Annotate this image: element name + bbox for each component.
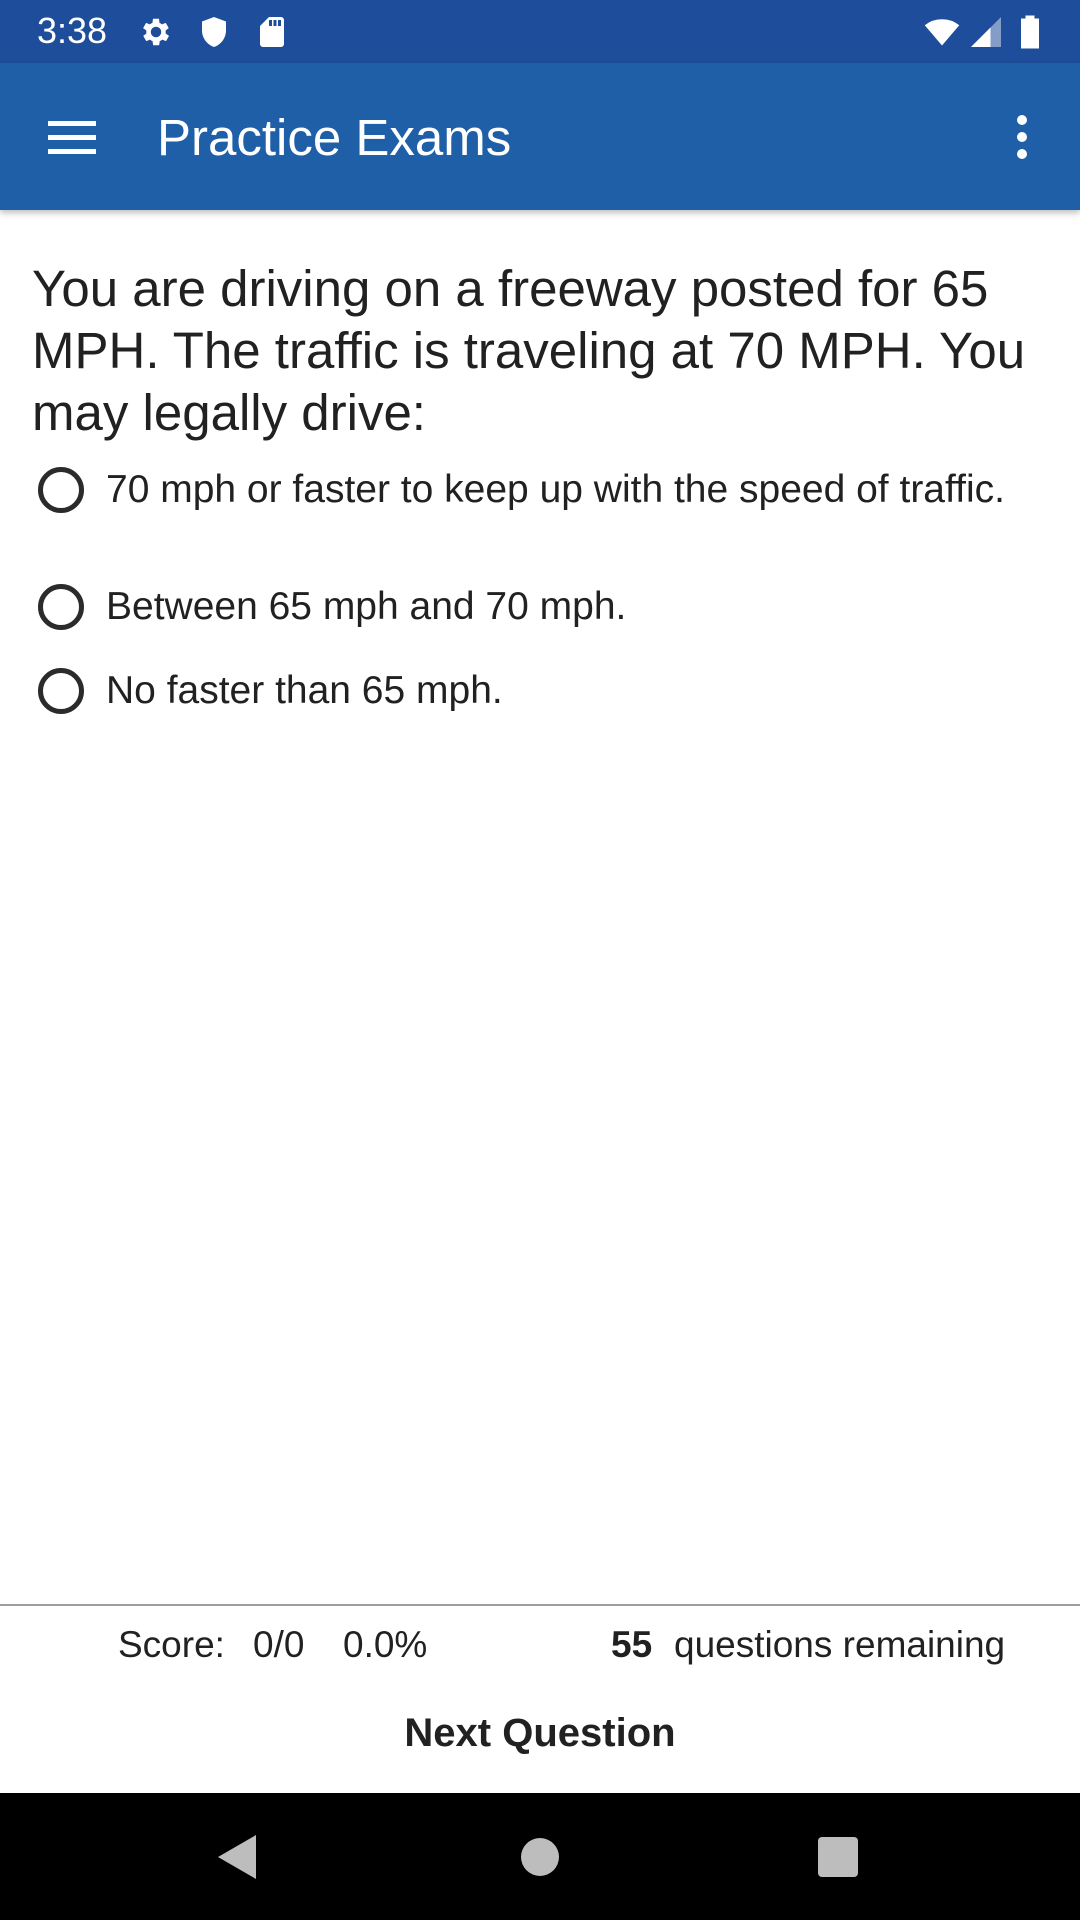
cell-signal-icon <box>971 17 1001 47</box>
navigation-bar <box>0 1793 1080 1920</box>
next-question-button[interactable]: Next Question <box>340 1700 740 1766</box>
hamburger-menu-icon[interactable] <box>38 107 106 167</box>
answer-option-1[interactable]: 70 mph or faster to keep up with the spe… <box>30 466 1040 514</box>
answer-option-label: Between 65 mph and 70 mph. <box>106 585 627 628</box>
settings-icon <box>143 18 170 46</box>
answer-option-3[interactable]: No faster than 65 mph. <box>30 667 1040 715</box>
shield-icon <box>202 17 226 47</box>
radio-button-icon[interactable] <box>38 668 84 714</box>
app-bar: Practice Exams <box>0 63 1080 210</box>
radio-button-icon[interactable] <box>38 584 84 630</box>
sd-card-icon <box>260 17 284 47</box>
answer-option-label: 70 mph or faster to keep up with the spe… <box>106 468 1005 511</box>
app-title: Practice Exams <box>157 109 512 166</box>
back-icon[interactable] <box>208 1825 272 1889</box>
wifi-icon <box>924 19 960 46</box>
status-time: 3:38 <box>37 10 108 51</box>
more-vert-icon[interactable] <box>1004 107 1040 167</box>
recents-icon[interactable] <box>806 1825 870 1889</box>
score-value: 0/0 <box>253 1624 305 1665</box>
footer-divider <box>0 1604 1080 1606</box>
question-text: You are driving on a freeway posted for … <box>32 260 1026 441</box>
score-row: Score: 0/0 0.0% 55 questions remaining <box>0 1623 1080 1667</box>
status-bar: 3:38 <box>0 0 1080 63</box>
questions-remaining-count: 55 <box>611 1624 653 1665</box>
answer-option-label: No faster than 65 mph. <box>106 669 503 712</box>
home-icon[interactable] <box>508 1825 572 1889</box>
score-percent: 0.0% <box>343 1624 428 1665</box>
score-label: Score: <box>118 1624 225 1665</box>
radio-button-icon[interactable] <box>38 467 84 513</box>
battery-icon <box>1021 15 1039 49</box>
answer-option-2[interactable]: Between 65 mph and 70 mph. <box>30 583 1040 631</box>
questions-remaining-label: questions remaining <box>674 1624 1006 1665</box>
